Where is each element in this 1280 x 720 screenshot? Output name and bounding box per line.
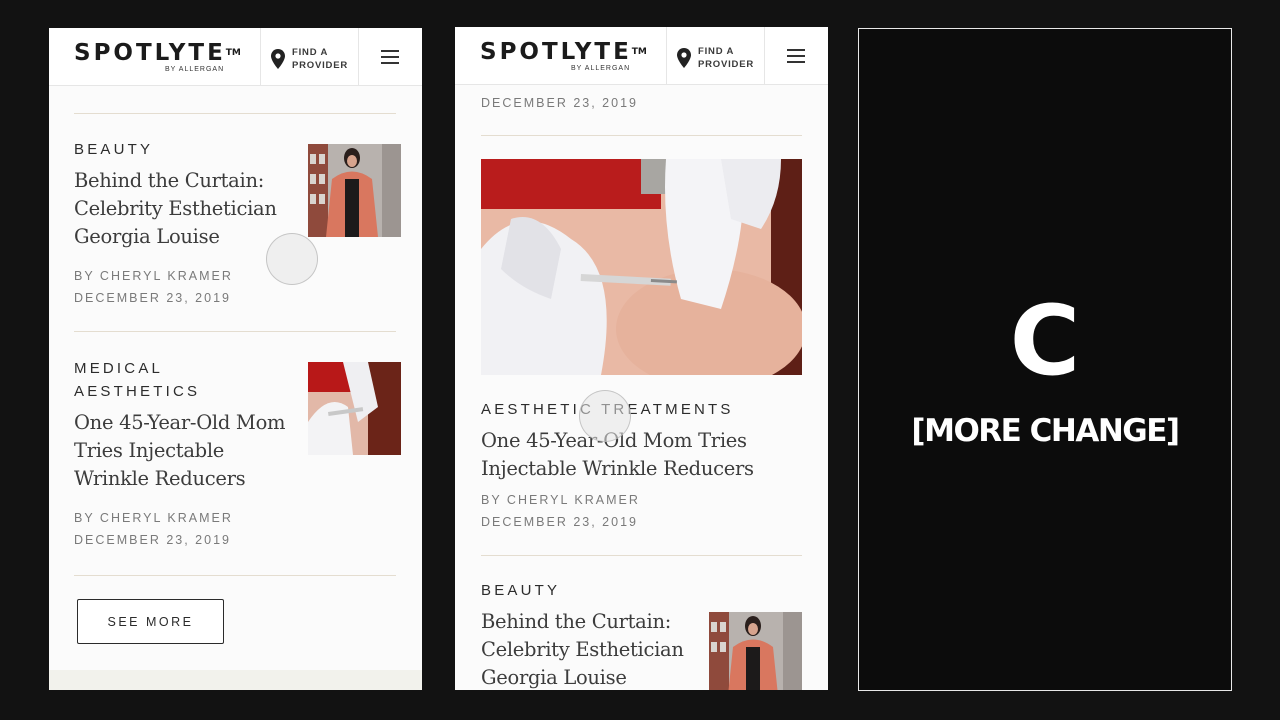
title-line: Georgia Louise — [74, 225, 220, 248]
featured-article-image[interactable] — [481, 159, 802, 375]
find-provider-line2: PROVIDER — [292, 60, 349, 71]
logo-trademark: TM — [225, 48, 241, 58]
article-category[interactable]: BEAUTY — [74, 138, 153, 161]
category-line: MEDICAL — [74, 360, 164, 377]
footer-strip — [49, 670, 422, 690]
title-line: Behind the Curtain: — [74, 169, 264, 192]
location-pin-icon[interactable] — [677, 48, 691, 68]
article-thumbnail-fur-coat[interactable] — [709, 612, 802, 690]
logo-wordmark: SPOTLYTE — [480, 39, 632, 65]
logo-trademark: TM — [631, 47, 647, 57]
title-line: Celebrity Esthetician — [481, 638, 684, 661]
title-line: Injectable Wrinkle Reducers — [481, 457, 754, 480]
phone-screen-middle: SPOTLYTETM BY ALLERGAN FIND A PROVIDER D… — [455, 27, 828, 690]
slide-letter: C — [1009, 285, 1081, 397]
site-header: SPOTLYTETM BY ALLERGAN FIND A PROVIDER — [455, 27, 828, 85]
article-author: BY CHERYL KRAMER — [74, 511, 233, 525]
find-provider-line1: FIND A — [292, 47, 329, 58]
article-category[interactable]: BEAUTY — [481, 579, 560, 602]
hamburger-menu-icon[interactable] — [381, 50, 399, 64]
find-provider-link[interactable]: FIND A PROVIDER — [292, 46, 348, 72]
article-title[interactable]: Behind the Curtain: Celebrity Estheticia… — [74, 167, 277, 251]
article-author: BY CHERYL KRAMER — [74, 269, 233, 283]
see-more-button[interactable]: SEE MORE — [77, 599, 224, 644]
article-date: DECEMBER 23, 2019 — [74, 533, 231, 547]
article-thumbnail-fur-coat[interactable] — [308, 144, 401, 237]
divider-rule — [74, 113, 396, 114]
article-date: DECEMBER 23, 2019 — [74, 291, 231, 305]
hamburger-menu-icon[interactable] — [787, 49, 805, 63]
title-line: Georgia Louise — [481, 666, 627, 689]
find-provider-line2: PROVIDER — [698, 59, 755, 70]
logo-byline: BY ALLERGAN — [165, 66, 225, 73]
location-pin-icon[interactable] — [271, 49, 285, 69]
article-date: DECEMBER 23, 2019 — [481, 96, 638, 110]
divider-rule — [74, 331, 396, 332]
article-title[interactable]: Behind the Curtain: Celebrity Estheticia… — [481, 608, 684, 690]
article-title[interactable]: One 45-Year-Old Mom Tries Injectable Wri… — [74, 409, 286, 493]
header-divider — [666, 27, 667, 84]
logo-wordmark: SPOTLYTE — [74, 40, 226, 66]
spotlyte-logo[interactable]: SPOTLYTETM BY ALLERGAN — [74, 41, 254, 75]
logo-byline: BY ALLERGAN — [571, 65, 631, 72]
touch-indicator — [266, 233, 318, 285]
article-thumbnail-injection[interactable] — [308, 362, 401, 455]
title-line: One 45-Year-Old Mom — [74, 411, 286, 434]
category-line: AESTHETICS — [74, 383, 201, 400]
phone-screen-left: SPOTLYTETM BY ALLERGAN FIND A PROVIDER B… — [49, 28, 422, 690]
article-author: BY CHERYL KRAMER — [481, 493, 640, 507]
article-category[interactable]: MEDICAL AESTHETICS — [74, 357, 200, 403]
header-divider — [358, 28, 359, 85]
title-line: Tries Injectable — [74, 439, 225, 462]
title-line: Behind the Curtain: — [481, 610, 671, 633]
divider-rule — [481, 555, 802, 556]
header-divider — [260, 28, 261, 85]
header-divider — [764, 27, 765, 84]
spotlyte-logo[interactable]: SPOTLYTETM BY ALLERGAN — [480, 40, 660, 74]
article-date: DECEMBER 23, 2019 — [481, 515, 638, 529]
slide-caption: [MORE CHANGE] — [911, 413, 1180, 449]
title-line: Wrinkle Reducers — [74, 467, 246, 490]
touch-indicator — [579, 390, 631, 442]
divider-rule — [481, 135, 802, 136]
find-provider-link[interactable]: FIND A PROVIDER — [698, 45, 754, 71]
title-line: Celebrity Esthetician — [74, 197, 277, 220]
site-header: SPOTLYTETM BY ALLERGAN FIND A PROVIDER — [49, 28, 422, 86]
slide-panel: C [MORE CHANGE] — [858, 28, 1232, 691]
divider-rule — [74, 575, 396, 576]
find-provider-line1: FIND A — [698, 46, 735, 57]
